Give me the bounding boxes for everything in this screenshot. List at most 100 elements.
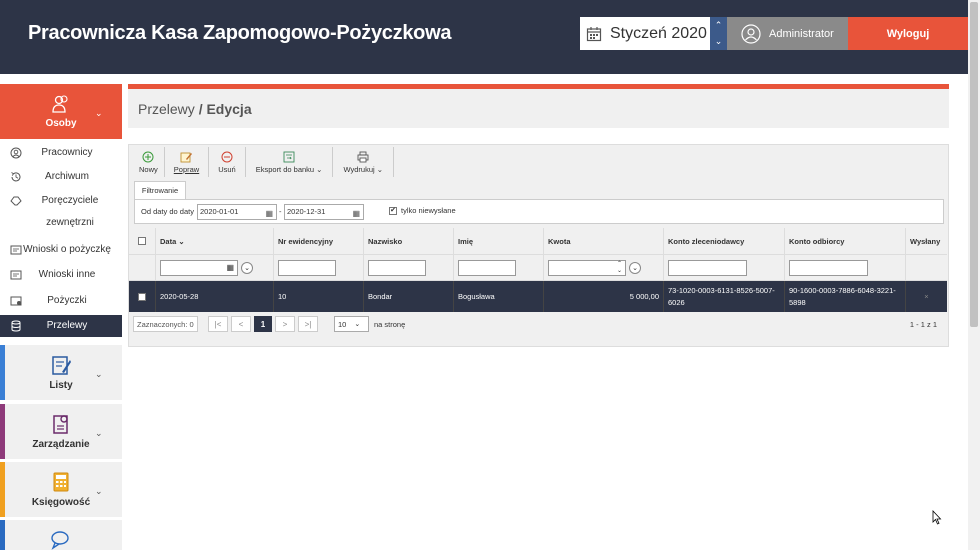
filter-cell (364, 255, 454, 280)
date-to-input[interactable]: 2020-12-31 ▦ (284, 204, 364, 220)
filter-cell (129, 255, 156, 280)
filter-options-icon[interactable]: ⌄ (241, 261, 253, 274)
mouse-cursor-icon (932, 510, 942, 525)
breadcrumb-parent[interactable]: Przelewy (138, 101, 195, 117)
date-to-value: 2020-12-31 (287, 207, 326, 216)
export-icon (283, 151, 295, 163)
pager: Zaznaczonych: 0 |< < 1 > >| 10 ⌄ na stro… (129, 313, 947, 335)
sidebar-section-zarzadzanie[interactable]: Zarządzanie ⌄ (0, 404, 122, 459)
column-data[interactable]: Data ⌄ (156, 228, 274, 254)
per-page-select[interactable]: 10 ⌄ (334, 316, 369, 332)
edit-button[interactable]: Popraw (165, 147, 210, 177)
delete-button[interactable]: Usuń (209, 147, 246, 177)
scrollbar-thumb[interactable] (970, 2, 978, 327)
date-range-label: Od daty do daty (141, 207, 194, 216)
user-circle-icon (10, 147, 22, 159)
new-button[interactable]: Nowy (133, 147, 165, 177)
filter-cell: ⌃ ⌄ ⌄ (544, 255, 664, 280)
filter-row: ▦ ⌄ ⌃ ⌄ ⌄ (129, 255, 947, 281)
filter-nr-input[interactable] (278, 259, 336, 276)
column-wyslany[interactable]: Wysłany (906, 228, 947, 254)
cell-nazwisko: Bondar (364, 281, 454, 312)
settings-document-icon (53, 415, 68, 434)
export-bank-button-label: Eksport do banku ⌄ (255, 165, 323, 174)
print-button[interactable]: Wydrukuj ⌄ (333, 147, 395, 177)
breadcrumb-separator: / (198, 101, 203, 117)
sidebar-section-ksiegowosc[interactable]: Księgowość ⌄ (0, 462, 122, 517)
cell-konto-odb: 90-1600-0003-7886-6048-3221-5898 (785, 281, 906, 312)
filter-box: Od daty do daty 2020-01-01 ▦ - 2020-12-3… (134, 199, 944, 224)
row-select-checkbox[interactable] (138, 292, 146, 301)
sidebar-section-label: Osoby (45, 118, 77, 129)
last-page-button[interactable]: >| (298, 316, 318, 332)
next-page-button[interactable]: > (275, 316, 295, 332)
unsent-only-checkbox[interactable]: ✔ (389, 206, 397, 215)
user-avatar-icon (741, 23, 761, 44)
cell-kwota: 5 000,00 (544, 281, 664, 312)
sidebar-section-label: Zarządzanie (32, 439, 90, 450)
page-button-1[interactable]: 1 (254, 316, 272, 332)
spinner-icon[interactable]: ⌃ ⌄ (617, 261, 622, 275)
date-range-dash: - (279, 207, 282, 216)
select-all-checkbox[interactable] (138, 237, 146, 245)
column-nr[interactable]: Nr ewidencyjny (274, 228, 364, 254)
select-all-cell (129, 228, 156, 254)
column-nazwisko[interactable]: Nazwisko (364, 228, 454, 254)
column-kwota[interactable]: Kwota (544, 228, 664, 254)
first-page-button[interactable]: |< (208, 316, 228, 332)
export-bank-button[interactable]: Eksport do banku ⌄ (246, 147, 334, 177)
sidebar-item-wnioski-inne[interactable]: Wnioski inne (0, 264, 122, 286)
filter-data-input[interactable]: ▦ (160, 259, 238, 276)
toolbar: Nowy Popraw Usuń Eksport do banku ⌄ Wydr… (133, 147, 395, 177)
sidebar-section-messages[interactable] (0, 520, 122, 550)
prev-page-button[interactable]: < (231, 316, 251, 332)
filter-nazwisko-input[interactable] (368, 259, 426, 276)
column-konto-zlec[interactable]: Konto zleceniodawcy (664, 228, 785, 254)
filter-cell (274, 255, 364, 280)
tab-filtrowanie[interactable]: Filtrowanie (134, 181, 186, 199)
sidebar-section-listy[interactable]: Listy ⌄ (0, 345, 122, 400)
document-icon (10, 245, 22, 255)
print-button-label: Wydrukuj ⌄ (343, 165, 384, 174)
sidebar-section-osoby[interactable]: Osoby ⌄ (0, 84, 122, 139)
sidebar-item-pracownicy[interactable]: Pracownicy (0, 142, 122, 164)
date-from-input[interactable]: 2020-01-01 ▦ (197, 204, 277, 220)
filter-kwota-input[interactable]: ⌃ ⌄ (548, 259, 626, 276)
cell-konto-zlec: 73-1020-0003-6131-8526-5007-6026 (664, 281, 785, 312)
edit-button-label: Popraw (173, 165, 200, 174)
scrollbar[interactable] (968, 0, 980, 550)
user-menu[interactable]: Administrator (727, 17, 848, 50)
calculator-icon (53, 472, 69, 492)
calendar-icon[interactable]: ▦ (352, 207, 360, 221)
cell-wyslany: × (924, 292, 929, 301)
printer-icon (357, 151, 369, 163)
edit-icon (181, 152, 193, 163)
sidebar-item-poreczyciele[interactable]: Poręczyciele zewnętrzni (0, 190, 122, 234)
cell-data: 2020-05-28 (156, 281, 274, 312)
month-spinner[interactable]: ⌃ ⌄ (710, 17, 727, 50)
calendar-icon[interactable]: ▦ (226, 263, 234, 272)
chevron-up-icon[interactable]: ⌃ (715, 20, 723, 31)
column-imie[interactable]: Imię (454, 228, 544, 254)
chevron-down-icon[interactable]: ⌄ (715, 36, 723, 47)
filter-cell (906, 255, 947, 280)
filter-options-icon[interactable]: ⌄ (629, 261, 641, 274)
logout-button[interactable]: Wyloguj (848, 17, 968, 50)
sidebar-item-wnioski-pozyczke[interactable]: Wnioski o pożyczkę (0, 239, 122, 261)
calendar-icon[interactable]: ▦ (265, 207, 273, 221)
chevron-down-icon: ⌄ (95, 428, 103, 438)
per-page-value: 10 (338, 319, 347, 329)
sidebar-item-archiwum[interactable]: Archiwum (0, 166, 122, 188)
column-konto-odb[interactable]: Konto odbiorcy (785, 228, 906, 254)
sidebar-section-label: Księgowość (31, 497, 91, 508)
sidebar-item-pozyczki[interactable]: Pożyczki (0, 290, 122, 312)
filter-konto-zlec-input[interactable] (668, 259, 747, 276)
sidebar-item-przelewy[interactable]: Przelewy (0, 315, 122, 337)
user-name: Administrator (769, 27, 834, 40)
filter-konto-odb-input[interactable] (789, 259, 868, 276)
table-row[interactable]: 2020-05-28 10 Bondar Bogusława 5 000,00 … (129, 281, 947, 312)
minus-circle-icon (221, 151, 233, 163)
filter-imie-input[interactable] (458, 259, 516, 276)
month-picker[interactable]: Styczeń 2020 (580, 17, 710, 50)
history-icon (11, 172, 21, 182)
